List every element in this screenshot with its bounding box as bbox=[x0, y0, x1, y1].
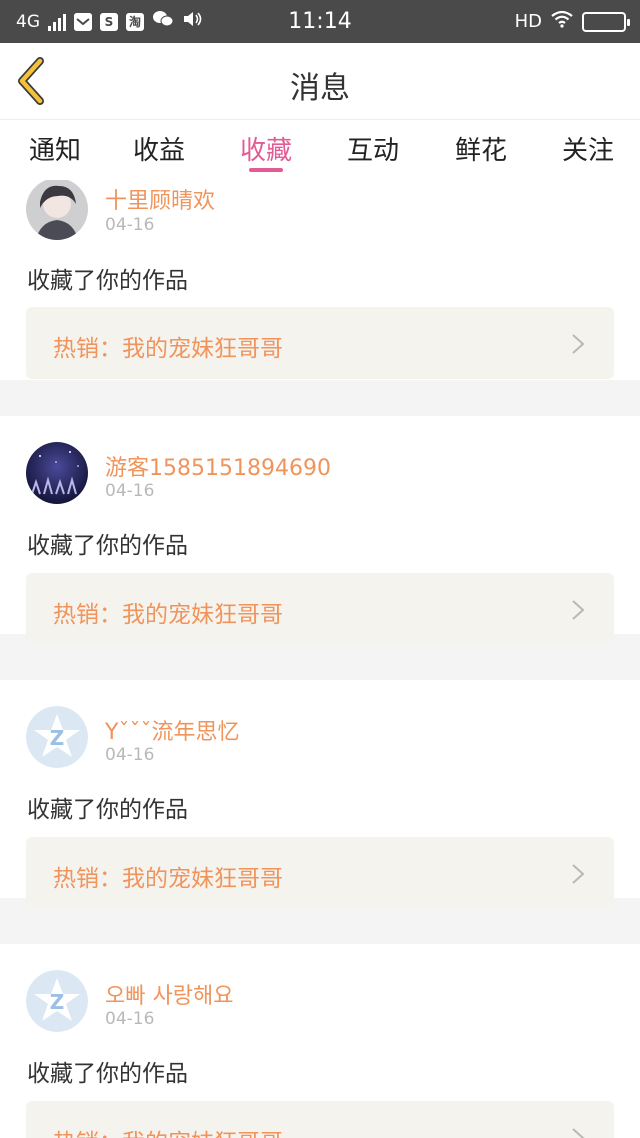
header-bar: 消息 bbox=[0, 43, 640, 120]
work-title: 热销：我的宠妹狂哥哥 bbox=[53, 336, 283, 362]
message-action: 收藏了你的作品 bbox=[27, 1061, 188, 1087]
active-tab-indicator bbox=[249, 168, 283, 172]
avatar[interactable] bbox=[26, 442, 88, 504]
message-card: Z Yˇˇˇ流年思忆 04-16 收藏了你的作品 热销：我的宠妹狂哥哥 bbox=[0, 680, 640, 909]
wifi-icon bbox=[550, 9, 574, 34]
username[interactable]: 오빠 사랑해요 bbox=[105, 978, 233, 1010]
tab-earnings[interactable]: 收益 bbox=[104, 130, 214, 167]
category-tabs: 通知 收益 收藏 互动 鲜花 关注 bbox=[0, 120, 640, 180]
message-date: 04-16 bbox=[105, 745, 155, 765]
message-card: 游客1585151894690 04-16 收藏了你的作品 热销：我的宠妹狂哥哥 bbox=[0, 416, 640, 645]
default-avatar[interactable]: Z bbox=[26, 970, 88, 1032]
battery-icon bbox=[582, 11, 630, 32]
work-link[interactable]: 热销：我的宠妹狂哥哥 bbox=[26, 307, 614, 379]
message-date: 04-16 bbox=[105, 1009, 155, 1029]
work-title: 热销：我的宠妹狂哥哥 bbox=[53, 602, 283, 628]
tab-notice[interactable]: 通知 bbox=[0, 130, 110, 167]
tab-flowers[interactable]: 鲜花 bbox=[426, 130, 536, 167]
default-avatar[interactable]: Z bbox=[26, 706, 88, 768]
hd-label: HD bbox=[514, 11, 542, 32]
work-title: 热销：我的宠妹狂哥哥 bbox=[53, 1123, 283, 1138]
avatar-glyph: Z bbox=[50, 990, 65, 1014]
chevron-right-icon bbox=[572, 334, 585, 354]
message-card: 十里顾晴欢 04-16 收藏了你的作品 热销：我的宠妹狂哥哥 bbox=[0, 180, 640, 380]
work-link[interactable]: 热销：我的宠妹狂哥哥 bbox=[26, 1101, 614, 1138]
message-card: Z 오빠 사랑해요 04-16 收藏了你的作品 热销：我的宠妹狂哥哥 bbox=[0, 944, 640, 1138]
status-bar: 4G S 淘 11:14 HD bbox=[0, 0, 640, 43]
message-action: 收藏了你的作品 bbox=[27, 268, 188, 294]
status-right: HD bbox=[514, 9, 630, 34]
message-date: 04-16 bbox=[105, 481, 155, 501]
username[interactable]: 十里顾晴欢 bbox=[105, 183, 215, 215]
chevron-right-icon bbox=[572, 864, 585, 884]
work-title: 热销：我的宠妹狂哥哥 bbox=[53, 866, 283, 892]
chevron-right-icon bbox=[572, 600, 585, 620]
tab-interactions[interactable]: 互动 bbox=[318, 130, 428, 167]
page-title: 消息 bbox=[290, 71, 350, 106]
message-action: 收藏了你的作品 bbox=[27, 797, 188, 823]
tab-favorites[interactable]: 收藏 bbox=[211, 130, 321, 167]
tab-follows[interactable]: 关注 bbox=[533, 130, 640, 167]
message-date: 04-16 bbox=[105, 215, 155, 235]
message-action: 收藏了你的作品 bbox=[27, 533, 188, 559]
username[interactable]: 游客1585151894690 bbox=[105, 450, 331, 482]
chevron-right-icon bbox=[572, 1128, 585, 1138]
avatar-glyph: Z bbox=[50, 726, 65, 750]
avatar[interactable] bbox=[26, 180, 88, 240]
work-link[interactable]: 热销：我的宠妹狂哥哥 bbox=[26, 573, 614, 645]
work-link[interactable]: 热销：我的宠妹狂哥哥 bbox=[26, 837, 614, 909]
message-list[interactable]: 十里顾晴欢 04-16 收藏了你的作品 热销：我的宠妹狂哥哥 游客1585151… bbox=[0, 180, 640, 1138]
username[interactable]: Yˇˇˇ流年思忆 bbox=[105, 714, 239, 746]
